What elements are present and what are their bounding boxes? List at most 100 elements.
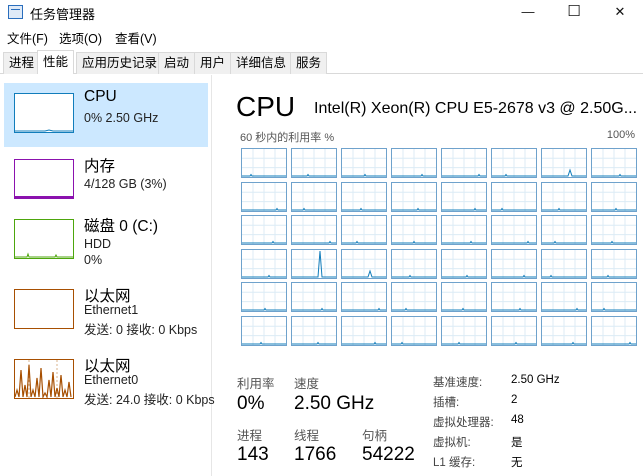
cpu-thumbnail-graph xyxy=(14,93,74,133)
logical-processor-graph xyxy=(591,248,637,279)
logical-processor-graph xyxy=(491,181,537,212)
cpu-model-name: Intel(R) Xeon(R) CPU E5-2678 v3 @ 2.50G.… xyxy=(314,100,638,117)
logical-processor-graph xyxy=(441,148,487,178)
logical-processor-graph xyxy=(291,181,337,212)
speed-value: 2.50 GHz xyxy=(294,393,375,414)
l1-cache-value: 无 xyxy=(511,457,523,469)
l1-cache-key: L1 缓存: xyxy=(433,457,476,469)
sidebar-item-cpu[interactable]: CPU 0% 2.50 GHz xyxy=(4,83,208,147)
sidebar-item-detail: Ethernet1 xyxy=(84,303,139,317)
sidebar-item-detail: 0% 2.50 GHz xyxy=(84,111,159,125)
task-manager-icon xyxy=(8,5,23,19)
handles-label: 句柄 xyxy=(362,429,388,443)
utilization-graph-max: 100% xyxy=(606,129,635,141)
logical-processor-graph xyxy=(241,148,287,178)
logical-processor-graph xyxy=(291,215,337,245)
logical-processor-graph xyxy=(291,282,337,312)
logical-processor-graph xyxy=(391,248,437,279)
minimize-button[interactable]: — xyxy=(505,0,551,24)
logical-processor-graph xyxy=(441,248,487,279)
virtual-machine-value: 是 xyxy=(511,437,523,449)
tab-strip: 进程 性能 应用历史记录 启动 用户 详细信息 服务 xyxy=(0,50,643,74)
virtual-processors-value: 48 xyxy=(511,414,524,426)
logical-processor-graph xyxy=(391,315,437,346)
logical-processor-graph xyxy=(341,148,387,178)
ethernet1-thumbnail-graph xyxy=(14,289,74,329)
virtual-machine-key: 虚拟机: xyxy=(433,437,471,449)
logical-processor-graph xyxy=(591,215,637,245)
processes-value: 143 xyxy=(237,444,269,465)
menu-file[interactable]: 文件(F) xyxy=(7,28,48,47)
sockets-value: 2 xyxy=(511,394,518,406)
sockets-key: 插槽: xyxy=(433,397,460,409)
menu-options[interactable]: 选项(O) xyxy=(59,28,102,47)
sidebar-item-detail: Ethernet0 xyxy=(84,373,139,387)
logical-processor-graph xyxy=(491,248,537,279)
page-title: CPU xyxy=(236,91,296,122)
disk-thumbnail-graph xyxy=(14,219,74,259)
utilization-graph-label: 60 秒内的利用率 % xyxy=(240,132,335,144)
sidebar-item-ethernet1[interactable]: 以太网 Ethernet1 发送: 0 接收: 0 Kbps xyxy=(4,279,208,343)
tab-users[interactable]: 用户 xyxy=(194,52,232,74)
logical-processor-graph xyxy=(441,282,487,312)
logical-processor-graph xyxy=(291,248,337,279)
sidebar-item-detail: 发送: 0 接收: 0 Kbps xyxy=(84,323,198,337)
ethernet0-thumbnail-graph xyxy=(14,359,74,400)
sidebar-item-ethernet0[interactable]: 以太网 Ethernet0 发送: 24.0 接收: 0 Kbps xyxy=(4,349,215,413)
utilization-value: 0% xyxy=(237,393,265,414)
maximize-button[interactable]: ☐ xyxy=(551,0,597,24)
logical-processor-graph xyxy=(541,148,587,178)
tab-app-history[interactable]: 应用历史记录 xyxy=(76,52,164,74)
logical-processor-graph xyxy=(241,215,287,245)
menu-view[interactable]: 查看(V) xyxy=(115,28,157,47)
sidebar-item-disk[interactable]: 磁盘 0 (C:) HDD 0% xyxy=(4,209,208,273)
tab-details[interactable]: 详细信息 xyxy=(230,52,293,74)
tab-services[interactable]: 服务 xyxy=(290,52,328,74)
sidebar-item-title: CPU xyxy=(84,88,117,105)
logical-processor-graph xyxy=(491,315,537,346)
logical-processor-graph xyxy=(341,181,387,212)
logical-processor-graph xyxy=(341,248,387,279)
title-bar: 任务管理器 — ☐ ✕ xyxy=(0,0,643,24)
logical-processor-graph xyxy=(491,215,537,245)
base-speed-key: 基准速度: xyxy=(433,377,483,389)
window-title: 任务管理器 xyxy=(30,7,96,22)
cpu-detail-panel: CPU Intel(R) Xeon(R) CPU E5-2678 v3 @ 2.… xyxy=(212,75,643,476)
processes-label: 进程 xyxy=(237,429,263,443)
sidebar-item-memory[interactable]: 内存 4/128 GB (3%) xyxy=(4,149,208,213)
logical-processor-graph xyxy=(541,215,587,245)
logical-processor-graph xyxy=(341,315,387,346)
sidebar-item-detail: 4/128 GB (3%) xyxy=(84,177,167,191)
logical-processor-graph xyxy=(241,315,287,346)
logical-processor-graph xyxy=(241,248,287,279)
tab-processes[interactable]: 进程 xyxy=(3,52,41,74)
logical-processor-graph xyxy=(441,181,487,212)
sidebar-item-detail: 发送: 24.0 接收: 0 Kbps xyxy=(84,393,215,407)
logical-processor-graph xyxy=(491,282,537,312)
logical-processor-graph xyxy=(541,315,587,346)
base-speed-value: 2.50 GHz xyxy=(511,374,560,386)
logical-processor-graph xyxy=(591,181,637,212)
tab-startup[interactable]: 启动 xyxy=(158,52,196,74)
logical-processor-graph xyxy=(391,181,437,212)
logical-processor-graph xyxy=(241,282,287,312)
logical-processor-graph xyxy=(241,181,287,212)
logical-processor-graph xyxy=(541,282,587,312)
handles-value: 54222 xyxy=(362,444,415,465)
menu-bar: 文件(F) 选项(O) 查看(V) xyxy=(0,26,643,46)
logical-processor-graph xyxy=(391,282,437,312)
threads-value: 1766 xyxy=(294,444,337,465)
logical-processor-grid xyxy=(241,148,641,346)
logical-processor-graph xyxy=(291,315,337,346)
sidebar-item-detail: 0% xyxy=(84,253,103,267)
tab-performance[interactable]: 性能 xyxy=(37,50,75,74)
sidebar-item-title: 内存 xyxy=(84,158,116,175)
speed-label: 速度 xyxy=(294,377,320,391)
logical-processor-graph xyxy=(391,215,437,245)
logical-processor-graph xyxy=(341,282,387,312)
logical-processor-graph xyxy=(591,148,637,178)
close-button[interactable]: ✕ xyxy=(597,0,643,24)
memory-thumbnail-graph xyxy=(14,159,74,199)
resource-sidebar: CPU 0% 2.50 GHz 内存 4/128 GB (3%) 磁盘 0 (C… xyxy=(0,75,215,476)
sidebar-item-title: 磁盘 0 (C:) xyxy=(84,218,159,235)
